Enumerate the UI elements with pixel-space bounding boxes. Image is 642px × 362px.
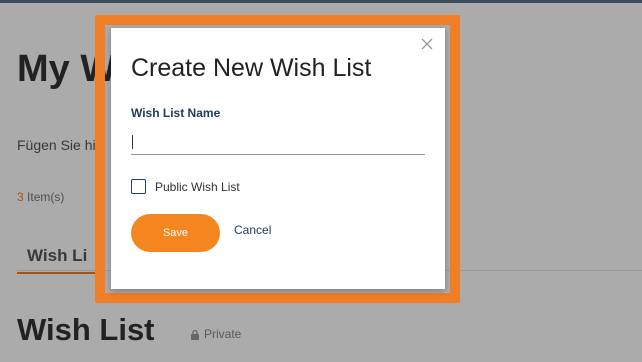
save-button[interactable]: Save	[131, 214, 220, 252]
dialog-title: Create New Wish List	[131, 54, 372, 82]
public-wish-list-label: Public Wish List	[155, 179, 240, 194]
public-wish-list-checkbox[interactable]	[131, 179, 146, 194]
public-wish-list-option[interactable]: Public Wish List	[131, 179, 240, 194]
wish-list-name-input[interactable]	[131, 130, 425, 155]
close-icon[interactable]	[419, 36, 435, 52]
create-wish-list-dialog: Create New Wish List Wish List Name Publ…	[111, 28, 445, 289]
wish-list-name-label: Wish List Name	[131, 106, 221, 120]
text-caret	[132, 135, 133, 149]
cancel-link[interactable]: Cancel	[234, 223, 271, 237]
